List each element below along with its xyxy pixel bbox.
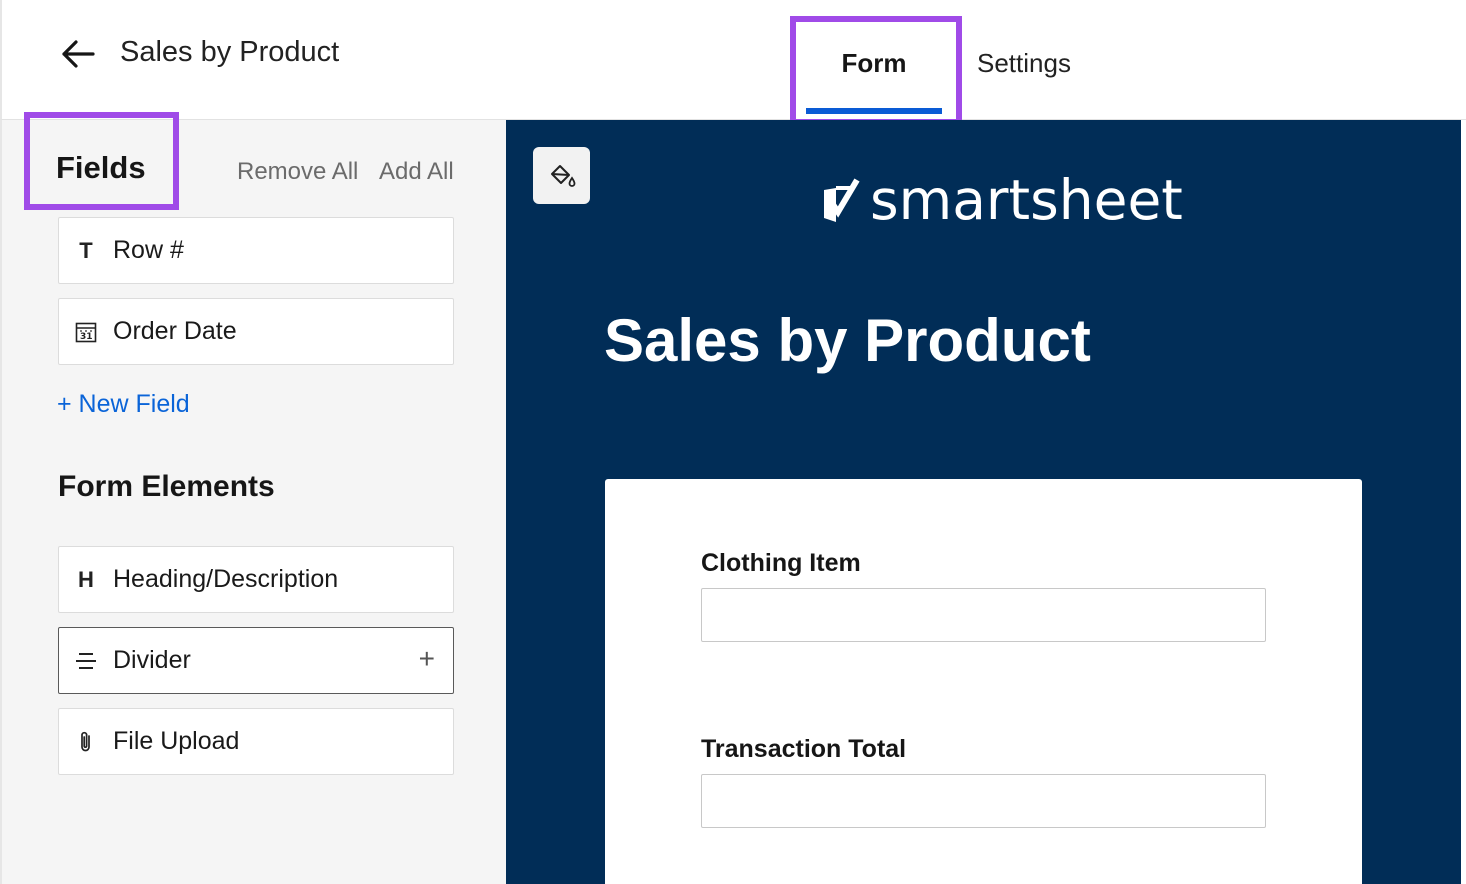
new-field-link[interactable]: + New Field [57, 390, 190, 419]
add-plus-icon[interactable]: + [419, 645, 435, 673]
top-bar: Sales by Product Form Settings [0, 0, 1466, 120]
add-all-button[interactable]: Add All [379, 158, 454, 186]
question-label: Transaction Total [701, 735, 907, 763]
logo-wordmark: smartsheet [870, 168, 1183, 232]
form-element-heading-description[interactable]: H Heading/Description [58, 546, 454, 613]
element-label: Divider [113, 646, 191, 674]
remove-all-button[interactable]: Remove All [237, 158, 358, 186]
back-arrow-icon[interactable] [58, 34, 98, 74]
tab-settings[interactable]: Settings [977, 48, 1071, 79]
clothing-item-input[interactable] [701, 588, 1266, 642]
question-label: Clothing Item [701, 549, 861, 577]
active-tab-indicator [806, 108, 942, 114]
form-title: Sales by Product [604, 307, 1091, 374]
field-item-order-date[interactable]: 31 Order Date [58, 298, 454, 365]
transaction-total-input[interactable] [701, 774, 1266, 828]
field-label: Order Date [113, 317, 237, 345]
form-preview-canvas: smartsheet Sales by Product Clothing Ite… [506, 120, 1461, 884]
field-item-row-number[interactable]: T Row # [58, 217, 454, 284]
element-label: Heading/Description [113, 565, 339, 593]
element-label: File Upload [113, 727, 240, 755]
form-card: Clothing Item Transaction Total [605, 479, 1362, 884]
divider-icon [59, 628, 113, 693]
tab-form[interactable]: Form [806, 48, 942, 79]
right-edge [1461, 120, 1466, 884]
smartsheet-logo: smartsheet [822, 168, 1183, 232]
form-elements-heading: Form Elements [58, 470, 275, 503]
fields-heading: Fields [56, 150, 146, 185]
page-title: Sales by Product [120, 36, 340, 68]
smartsheet-logo-mark-icon [824, 178, 860, 222]
text-type-icon: T [79, 237, 93, 263]
form-element-file-upload[interactable]: File Upload [58, 708, 454, 775]
field-label: Row # [113, 236, 184, 264]
calendar-icon: 31 [59, 299, 113, 364]
paint-bucket-icon[interactable] [533, 147, 590, 204]
form-element-divider[interactable]: Divider + [58, 627, 454, 694]
fields-sidebar: Fields Remove All Add All T Row # 31 Ord… [0, 112, 506, 884]
svg-text:31: 31 [80, 332, 93, 342]
paperclip-icon [59, 709, 113, 774]
heading-icon: H [78, 566, 94, 592]
